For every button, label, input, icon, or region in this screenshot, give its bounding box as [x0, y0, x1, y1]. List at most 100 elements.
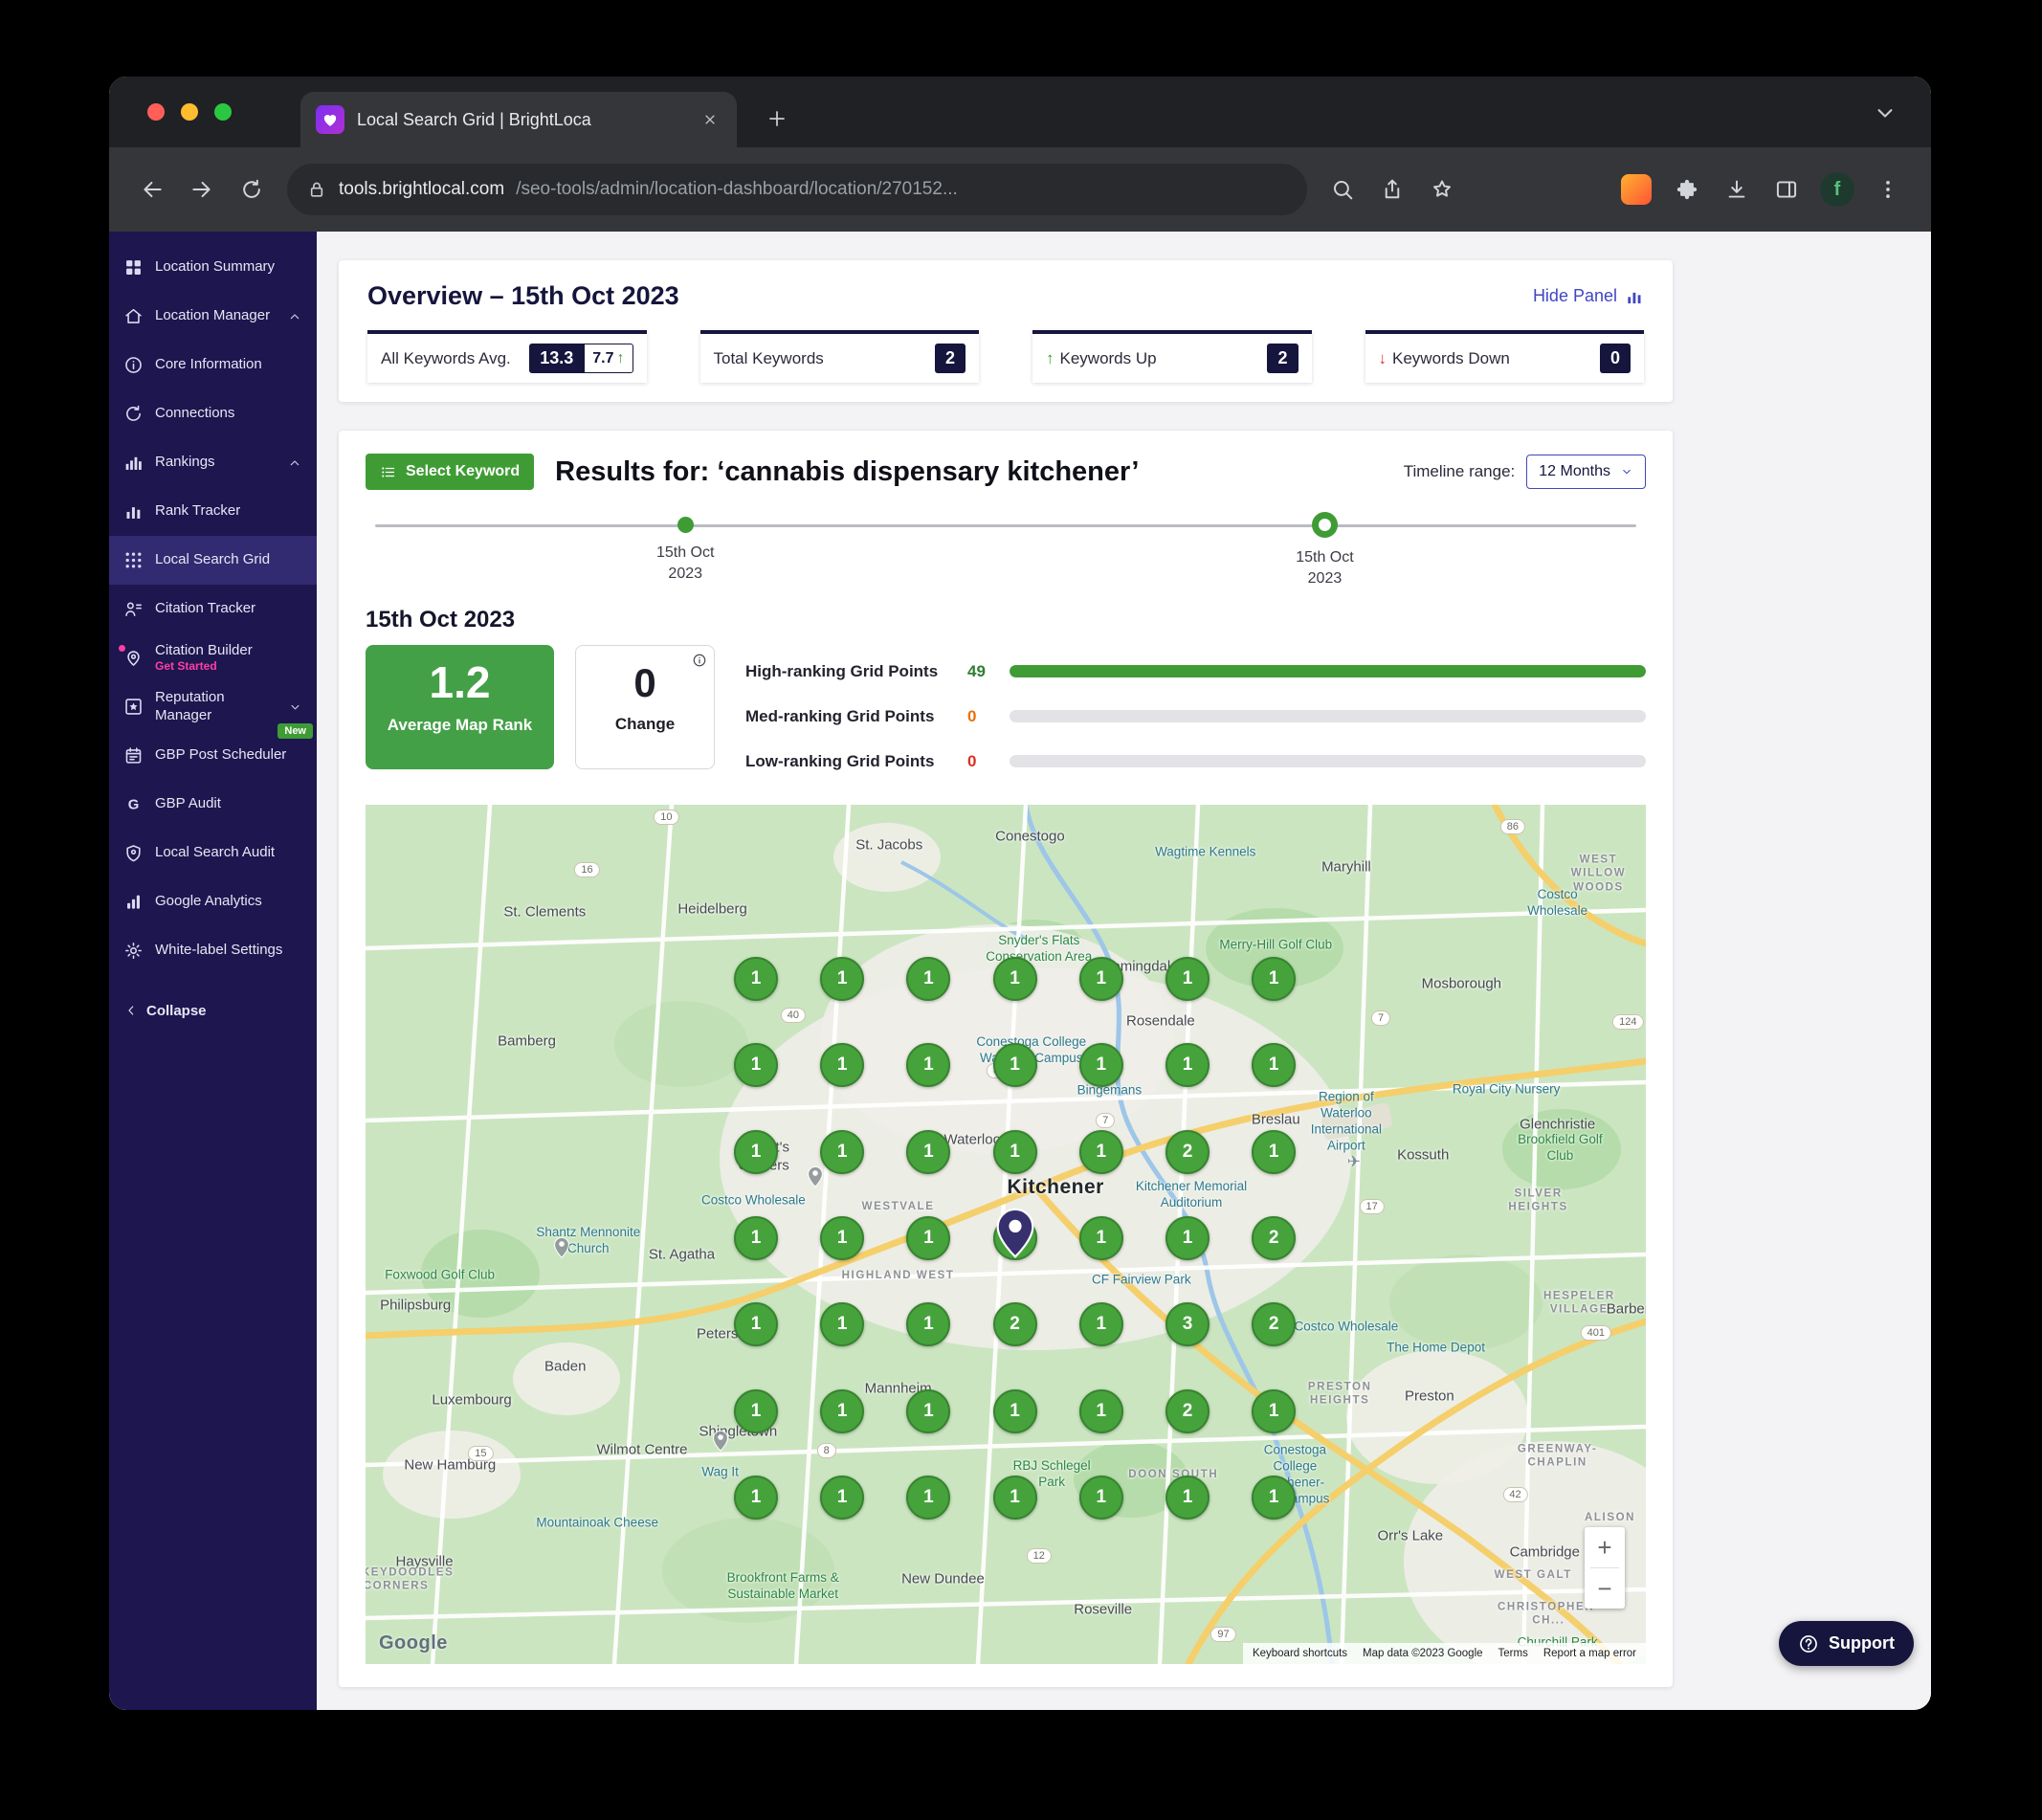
sidebar-item-rank-tracker[interactable]: Rank Tracker — [109, 487, 317, 536]
grid-rank-point[interactable]: 1 — [734, 1388, 778, 1433]
grid-rank-point[interactable]: 1 — [1165, 1475, 1210, 1520]
sidebar-item-citation-builder[interactable]: Citation Builder Get Started — [109, 633, 317, 682]
timeline-dot[interactable] — [677, 517, 694, 533]
zoom-in-button[interactable]: + — [1585, 1527, 1625, 1567]
menu-dots-icon[interactable] — [1866, 167, 1910, 211]
grid-rank-point[interactable]: 1 — [992, 1129, 1037, 1174]
grid-rank-point[interactable]: 1 — [1165, 957, 1210, 1001]
grid-rank-point[interactable]: 1 — [820, 1043, 865, 1088]
grid-rank-point[interactable]: 1 — [820, 957, 865, 1001]
sidebar-item-core-information[interactable]: Core Information — [109, 341, 317, 389]
grid-rank-point[interactable]: 1 — [734, 957, 778, 1001]
timeline-range-select[interactable]: 12 Months — [1526, 455, 1646, 489]
timeline-handle-end[interactable]: 15th Oct 2023 — [1262, 512, 1387, 590]
grid-rank-point[interactable]: 1 — [906, 1043, 951, 1088]
grid-rank-point[interactable]: 1 — [734, 1475, 778, 1520]
grid-rank-point[interactable]: 1 — [1078, 957, 1123, 1001]
grid-rank-point[interactable]: 1 — [734, 1129, 778, 1174]
timeline-track[interactable] — [375, 524, 1636, 527]
sidebar-item-citation-tracker[interactable]: Citation Tracker — [109, 585, 317, 633]
bookmark-star-icon[interactable] — [1420, 167, 1464, 211]
grid-rank-point[interactable]: 1 — [906, 1215, 951, 1260]
back-button[interactable] — [130, 167, 174, 211]
sidebar-item-white-label-settings[interactable]: White-label Settings — [109, 926, 317, 975]
grid-rank-point[interactable]: 1 — [1165, 1215, 1210, 1260]
extension-icon[interactable] — [1621, 174, 1652, 205]
grid-rank-point[interactable]: 1 — [734, 1302, 778, 1347]
zoom-out-button[interactable]: − — [1585, 1568, 1625, 1609]
new-tab-button[interactable] — [756, 98, 798, 140]
grid-rank-point[interactable]: 1 — [906, 1129, 951, 1174]
timeline-slider[interactable]: 15th Oct 2023 15th Oct 2023 — [375, 512, 1636, 593]
grid-rank-point[interactable]: 1 — [1252, 1129, 1297, 1174]
grid-rank-point[interactable]: 1 — [992, 1388, 1037, 1433]
support-button[interactable]: Support — [1779, 1621, 1914, 1666]
maximize-window-button[interactable] — [214, 103, 232, 121]
search-icon[interactable] — [1321, 167, 1365, 211]
sidebar-item-location-summary[interactable]: Location Summary — [109, 243, 317, 292]
sidebar-item-google-analytics[interactable]: Google Analytics — [109, 877, 317, 926]
extensions-puzzle-icon[interactable] — [1665, 167, 1709, 211]
minimize-window-button[interactable] — [181, 103, 198, 121]
reload-button[interactable] — [230, 167, 274, 211]
grid-rank-point[interactable]: 1 — [734, 1043, 778, 1088]
info-icon[interactable] — [692, 653, 707, 668]
local-search-grid-map[interactable]: St. Jacobs Conestogo Wagtime Kennels Maryhi… — [366, 805, 1646, 1664]
tab-search-chevron-icon[interactable] — [1872, 100, 1898, 126]
sidebar-item-gbp-audit[interactable]: G GBP Audit — [109, 780, 317, 829]
close-window-button[interactable] — [147, 103, 165, 121]
grid-rank-point[interactable]: 1 — [820, 1388, 865, 1433]
sidebar-item-connections[interactable]: Connections — [109, 389, 317, 438]
grid-rank-point[interactable]: 1 — [992, 1215, 1037, 1260]
grid-rank-point[interactable]: 1 — [906, 1475, 951, 1520]
grid-rank-point[interactable]: 1 — [820, 1129, 865, 1174]
grid-rank-point[interactable]: 1 — [1078, 1129, 1123, 1174]
sidebar-item-gbp-post-scheduler[interactable]: GBP Post Scheduler New — [109, 723, 317, 780]
grid-rank-point[interactable]: 1 — [992, 1043, 1037, 1088]
sidebar-item-rankings[interactable]: Rankings — [109, 438, 317, 487]
attribution-report-a-map-error[interactable]: Report a map error — [1543, 1648, 1636, 1659]
sidebar-collapse-button[interactable]: Collapse — [109, 987, 317, 1034]
grid-rank-point[interactable]: 1 — [734, 1215, 778, 1260]
grid-rank-point[interactable]: 1 — [1165, 1043, 1210, 1088]
timeline-dot[interactable] — [1311, 512, 1338, 538]
downloads-icon[interactable] — [1715, 167, 1759, 211]
share-icon[interactable] — [1370, 167, 1414, 211]
grid-rank-point[interactable]: 2 — [992, 1302, 1037, 1347]
grid-rank-point[interactable]: 1 — [1078, 1302, 1123, 1347]
grid-rank-point[interactable]: 1 — [1078, 1475, 1123, 1520]
profile-avatar[interactable]: f — [1820, 172, 1854, 207]
timeline-handle-start[interactable]: 15th Oct 2023 — [623, 513, 747, 586]
grid-rank-point[interactable]: 1 — [1078, 1388, 1123, 1433]
forward-button[interactable] — [180, 167, 224, 211]
grid-rank-point[interactable]: 2 — [1165, 1388, 1210, 1433]
grid-rank-point[interactable]: 1 — [906, 1388, 951, 1433]
grid-rank-point[interactable]: 1 — [1252, 957, 1297, 1001]
grid-rank-point[interactable]: 1 — [906, 1302, 951, 1347]
grid-rank-point[interactable]: 1 — [906, 957, 951, 1001]
google-logo[interactable]: Google — [379, 1632, 448, 1654]
sidebar-item-local-search-audit[interactable]: Local Search Audit — [109, 829, 317, 877]
grid-rank-point[interactable]: 1 — [1078, 1215, 1123, 1260]
grid-rank-point[interactable]: 1 — [992, 1475, 1037, 1520]
browser-tab[interactable]: Local Search Grid | BrightLoca — [300, 92, 737, 147]
grid-rank-point[interactable]: 2 — [1252, 1302, 1297, 1347]
grid-rank-point[interactable]: 1 — [820, 1302, 865, 1347]
grid-rank-point[interactable]: 1 — [1252, 1388, 1297, 1433]
grid-rank-point[interactable]: 1 — [820, 1475, 865, 1520]
hide-panel-link[interactable]: Hide Panel — [1533, 286, 1644, 306]
sidebar-item-location-manager[interactable]: Location Manager — [109, 292, 317, 341]
url-bar[interactable]: tools.brightlocal.com/seo-tools/admin/lo… — [287, 164, 1307, 215]
grid-rank-point[interactable]: 1 — [992, 957, 1037, 1001]
grid-rank-point[interactable]: 1 — [820, 1215, 865, 1260]
grid-rank-point[interactable]: 1 — [1252, 1043, 1297, 1088]
attribution-keyboard-shortcuts[interactable]: Keyboard shortcuts — [1253, 1648, 1347, 1659]
grid-rank-point[interactable]: 3 — [1165, 1302, 1210, 1347]
grid-rank-point[interactable]: 1 — [1252, 1475, 1297, 1520]
grid-rank-point[interactable]: 1 — [1078, 1043, 1123, 1088]
side-panel-icon[interactable] — [1765, 167, 1809, 211]
select-keyword-button[interactable]: Select Keyword — [366, 454, 535, 490]
grid-rank-point[interactable]: 2 — [1252, 1215, 1297, 1260]
attribution-terms[interactable]: Terms — [1498, 1648, 1528, 1659]
grid-rank-point[interactable]: 2 — [1165, 1129, 1210, 1174]
